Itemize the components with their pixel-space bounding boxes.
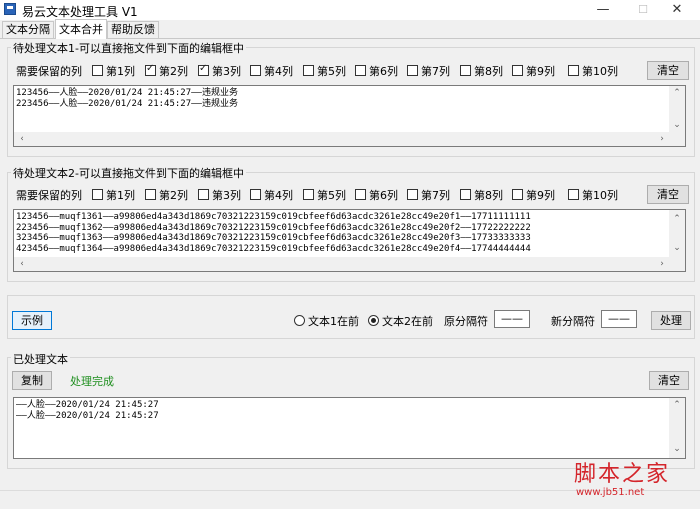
result-line: ——人脸——2020/01/24 21:45:27 [16,400,159,410]
tab-text-split[interactable]: 文本分隔 [2,21,54,38]
text2-clear-button[interactable]: 清空 [647,185,689,204]
text2-col-8-label[interactable]: 第8列 [474,187,503,203]
text2-group-title: 待处理文本2-可以直接拖文件到下面的编辑框中 [11,165,246,181]
text1-col-4-checkbox[interactable] [250,65,261,76]
text1-line: 123456——人脸——2020/01/24 21:45:27——违规业务 [16,88,238,98]
text2-col-8-checkbox[interactable] [460,189,471,200]
text2-line: 123456——muqf1361——a99806ed4a343d1869c703… [16,212,531,222]
process-button[interactable]: 处理 [651,311,691,330]
orig-sep-input[interactable]: —— [494,310,530,328]
status-text: 处理完成 [70,375,114,388]
text1-first-radio[interactable] [294,315,305,326]
scroll-right-icon[interactable]: › [654,257,670,271]
text2-first-radio[interactable] [368,315,379,326]
text1-first-label[interactable]: 文本1在前 [308,313,359,329]
orig-sep-label: 原分隔符 [444,315,488,328]
result-clear-button[interactable]: 清空 [649,371,689,390]
text2-col-2-checkbox[interactable] [145,189,156,200]
scroll-up-icon[interactable]: ⌃ [669,398,685,412]
text1-col-2-label[interactable]: 第2列 [159,63,188,79]
text2-col-4-label[interactable]: 第4列 [264,187,293,203]
text1-col-5-label[interactable]: 第5列 [317,63,346,79]
text2-line: 423456——muqf1364——a99806ed4a343d1869c703… [16,243,531,254]
text2-col-9-label[interactable]: 第9列 [526,187,555,203]
text2-col-3-label[interactable]: 第3列 [212,187,241,203]
text2-col-2-label[interactable]: 第2列 [159,187,188,203]
app-icon [4,3,16,15]
result-vscroll[interactable]: ⌃ ⌄ [669,398,685,458]
tab-help-feedback[interactable]: 帮助反馈 [107,21,159,38]
text1-keep-label: 需要保留的列 [16,65,82,78]
text2-col-5-checkbox[interactable] [303,189,314,200]
text1-col-7-label[interactable]: 第7列 [421,63,450,79]
text1-col-6-checkbox[interactable] [355,65,366,76]
result-editor[interactable]: ——人脸——2020/01/24 21:45:27 ——人脸——2020/01/… [13,397,686,459]
text1-col-7-checkbox[interactable] [407,65,418,76]
text1-col-5-checkbox[interactable] [303,65,314,76]
text2-first-label[interactable]: 文本2在前 [382,313,433,329]
watermark-brand: 脚本之家 [574,462,671,487]
close-button[interactable]: ✕ [654,0,700,20]
scroll-down-icon[interactable]: ⌄ [669,118,685,132]
text2-col-5-label[interactable]: 第5列 [317,187,346,203]
text2-col-6-checkbox[interactable] [355,189,366,200]
text1-clear-button[interactable]: 清空 [647,61,689,80]
text2-col-3-checkbox[interactable] [198,189,209,200]
text1-col-1-checkbox[interactable] [92,65,103,76]
text1-col-9-checkbox[interactable] [512,65,523,76]
text1-col-3-label[interactable]: 第3列 [212,63,241,79]
scroll-down-icon[interactable]: ⌄ [669,241,685,255]
text2-col-7-checkbox[interactable] [407,189,418,200]
text1-col-9-label[interactable]: 第9列 [526,63,555,79]
text2-col-10-checkbox[interactable] [568,189,579,200]
text2-col-7-label[interactable]: 第7列 [421,187,450,203]
text1-col-10-label[interactable]: 第10列 [582,63,618,79]
text1-col-3-checkbox[interactable] [198,63,209,76]
example-button[interactable]: 示例 [12,311,52,330]
result-group-title: 已处理文本 [11,351,70,367]
text1-vscroll[interactable]: ⌃ ⌄ [669,86,685,132]
text2-line: 323456——muqf1363——a99806ed4a343d1869c703… [16,233,531,243]
text1-col-8-checkbox[interactable] [460,65,471,76]
new-sep-input[interactable]: —— [601,310,637,328]
text1-group-title: 待处理文本1-可以直接拖文件到下面的编辑框中 [11,40,246,56]
new-sep-label: 新分隔符 [551,315,595,328]
text1-col-8-label[interactable]: 第8列 [474,63,503,79]
text1-col-10-checkbox[interactable] [568,65,579,76]
watermark-url: www.jb51.net [576,487,645,498]
text2-keep-label: 需要保留的列 [16,189,82,202]
text2-hscroll[interactable]: ‹ › [14,257,685,271]
scroll-left-icon[interactable]: ‹ [14,257,30,271]
text1-col-4-label[interactable]: 第4列 [264,63,293,79]
text2-col-1-label[interactable]: 第1列 [106,187,135,203]
text2-col-6-label[interactable]: 第6列 [369,187,398,203]
result-line: ——人脸——2020/01/24 21:45:27 [16,410,159,421]
text1-line: 223456——人脸——2020/01/24 21:45:27——违规业务 [16,98,238,109]
scroll-left-icon[interactable]: ‹ [14,132,30,146]
window-title: 易云文本处理工具 V1 [22,5,138,19]
scroll-up-icon[interactable]: ⌃ [669,86,685,100]
text2-col-10-label[interactable]: 第10列 [582,187,618,203]
text1-hscroll[interactable]: ‹ › [14,132,685,146]
scroll-down-icon[interactable]: ⌄ [669,442,685,456]
tab-text-merge[interactable]: 文本合并 [55,19,107,39]
text2-line: 223456——muqf1362——a99806ed4a343d1869c703… [16,222,531,233]
text2-col-1-checkbox[interactable] [92,189,103,200]
text1-col-1-label[interactable]: 第1列 [106,63,135,79]
copy-button[interactable]: 复制 [12,371,52,390]
text1-col-2-checkbox[interactable] [145,63,156,76]
text1-col-6-label[interactable]: 第6列 [369,63,398,79]
text2-col-9-checkbox[interactable] [512,189,523,200]
text2-col-4-checkbox[interactable] [250,189,261,200]
text2-vscroll[interactable]: ⌃ ⌄ [669,210,685,257]
scroll-up-icon[interactable]: ⌃ [669,212,685,226]
scroll-right-icon[interactable]: › [654,132,670,146]
